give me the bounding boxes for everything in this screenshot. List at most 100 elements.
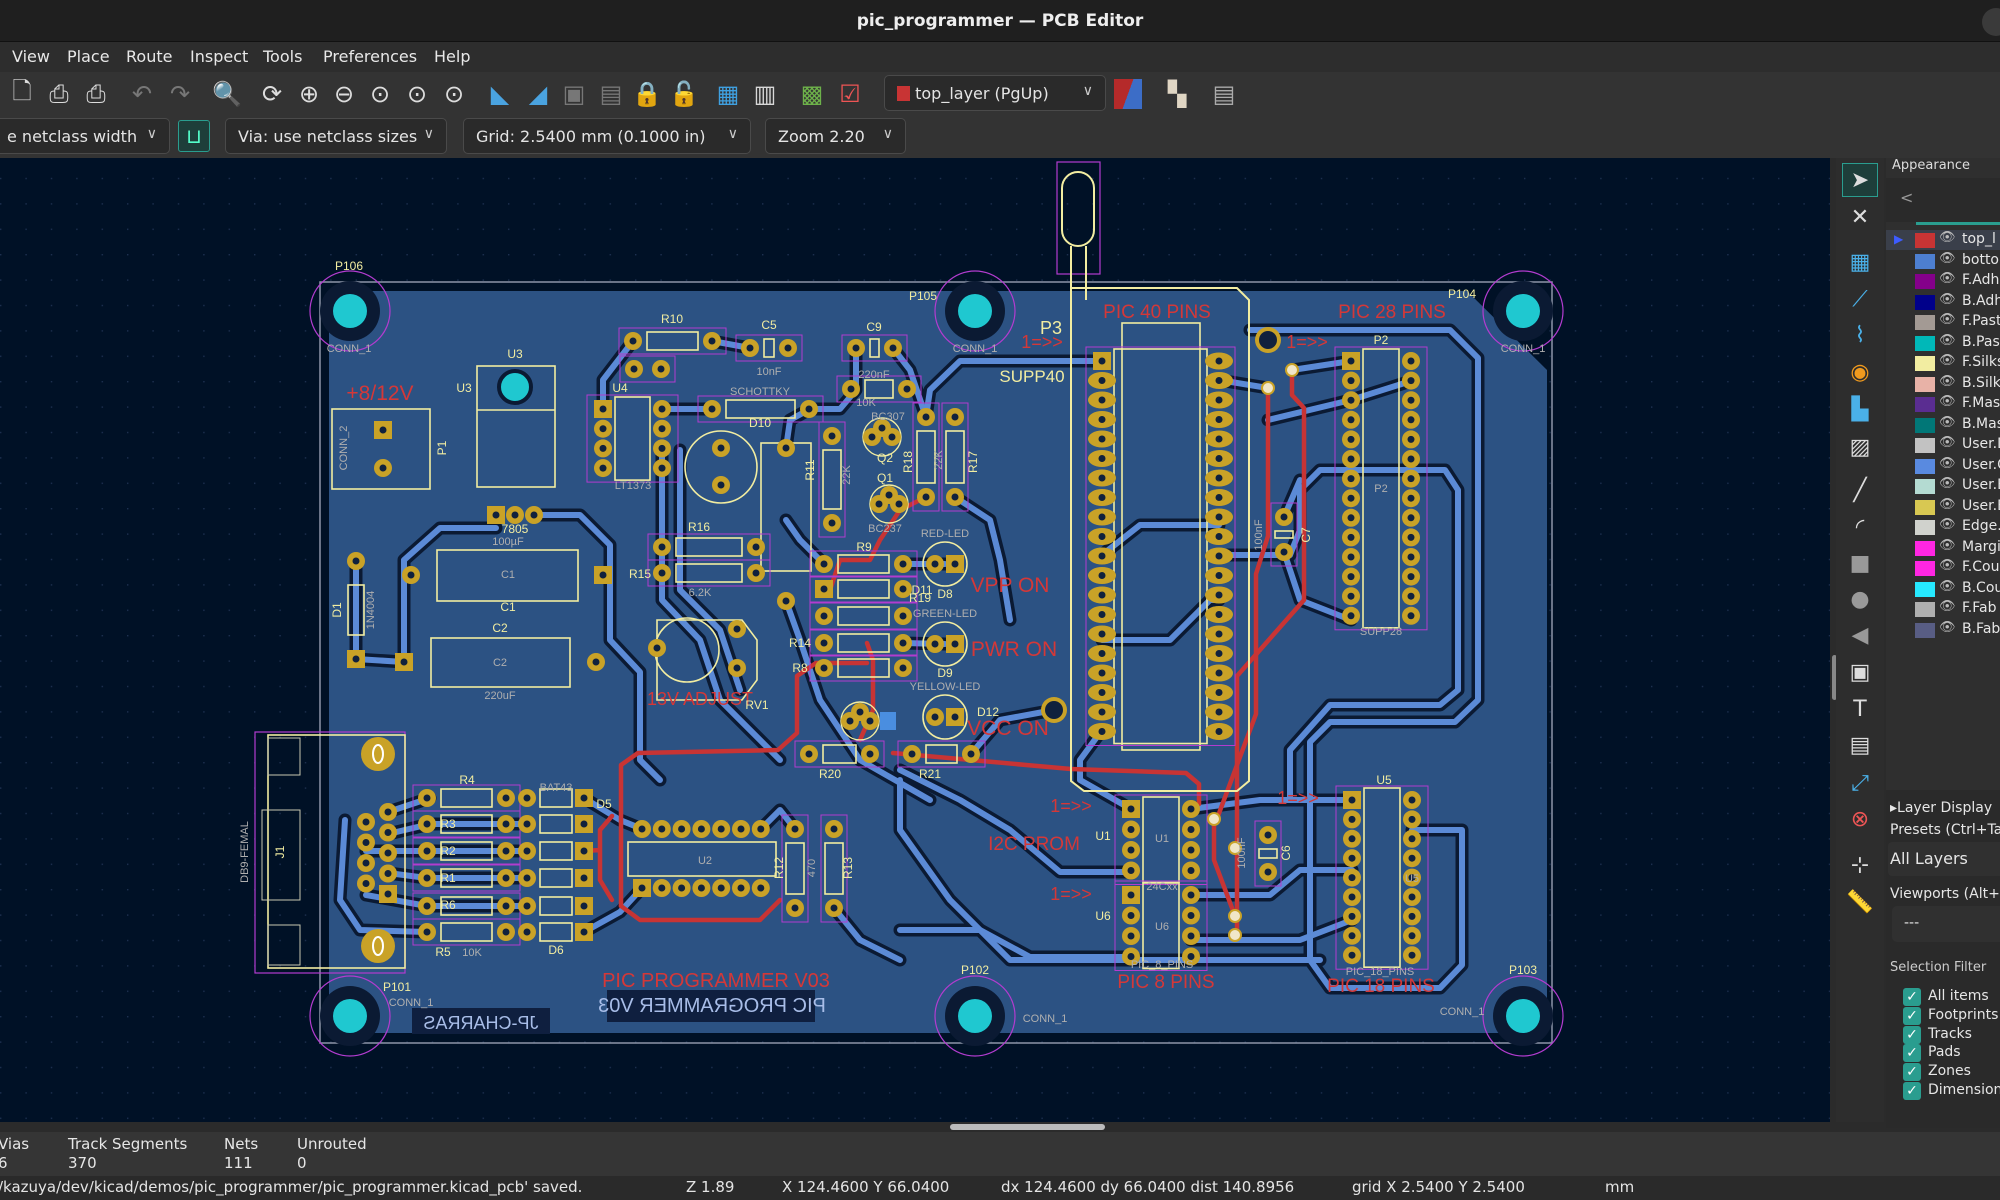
drc-icon[interactable]: ☑	[834, 78, 866, 110]
local-ratsnest-icon[interactable]: ✕	[1842, 200, 1878, 234]
layer-color-swatch[interactable]	[1915, 356, 1935, 371]
eye-icon[interactable]: 👁	[1939, 497, 1956, 512]
layer-row[interactable]: 👁 User.E	[1886, 497, 2000, 517]
footprint-browser-icon[interactable]: ▥	[749, 78, 781, 110]
measure-icon[interactable]: 📏	[1842, 885, 1878, 919]
layer-color-swatch[interactable]	[1915, 540, 1935, 556]
layer-color-swatch[interactable]	[1915, 458, 1935, 474]
menu-preferences[interactable]: Preferences	[323, 47, 417, 66]
lock-icon[interactable]: 🔒	[631, 78, 663, 110]
eye-icon[interactable]: 👁	[1939, 312, 1956, 327]
layer-row[interactable]: 👁 B.Pas	[1886, 333, 2000, 353]
layer-color-swatch[interactable]	[1915, 315, 1935, 330]
layer-row[interactable]: 👁 B.Mas	[1886, 415, 2000, 435]
layer-color-swatch[interactable]	[1915, 602, 1935, 617]
draw-arc-icon[interactable]: ◜	[1842, 510, 1878, 544]
layer-row[interactable]: 👁 F.Silks	[1886, 353, 2000, 373]
filter-checkbox[interactable]: ✓	[1903, 1025, 1921, 1044]
eye-icon[interactable]: 👁	[1939, 333, 1956, 348]
layer-row[interactable]: 👁 F.Fab	[1886, 599, 2000, 619]
footprint-editor-icon[interactable]: ▦	[712, 78, 744, 110]
eye-icon[interactable]: 👁	[1939, 292, 1956, 307]
eye-icon[interactable]: 👁	[1939, 599, 1956, 614]
layer-row[interactable]: 👁 User.E	[1886, 476, 2000, 496]
eye-icon[interactable]: 👁	[1939, 230, 1956, 245]
menu-route[interactable]: Route	[126, 47, 172, 66]
mounting-hole[interactable]	[333, 999, 367, 1033]
mounting-hole[interactable]	[958, 294, 992, 328]
filter-checkbox[interactable]: ✓	[1903, 1082, 1921, 1100]
layer-row[interactable]: 👁 B.Silk	[1886, 374, 2000, 394]
eye-icon[interactable]: 👁	[1939, 456, 1956, 471]
set-origin-icon[interactable]: ⊹	[1842, 848, 1878, 882]
menu-view[interactable]: View	[12, 47, 50, 66]
draw-rectangle-icon[interactable]: ■	[1842, 546, 1878, 580]
auto-track-width-icon[interactable]: ⊔	[178, 120, 210, 152]
layer-row[interactable]: 👁 F.Cou	[1886, 558, 2000, 578]
rotate-ccw-icon[interactable]: ◣	[484, 78, 516, 110]
layer-color-swatch[interactable]	[1915, 294, 1935, 310]
horizontal-scrollbar-thumb[interactable]	[950, 1124, 1105, 1130]
eye-icon[interactable]: 👁	[1939, 251, 1956, 266]
via[interactable]	[1285, 363, 1299, 377]
filter-checkbox[interactable]: ✓	[1903, 1063, 1921, 1082]
layer-color-swatch[interactable]	[1915, 479, 1935, 494]
scripting-console-icon[interactable]: ▤	[1208, 78, 1240, 110]
layer-color-swatch[interactable]	[1915, 335, 1935, 351]
via[interactable]	[1207, 812, 1221, 826]
rule-area-icon[interactable]: ▨	[1842, 430, 1878, 464]
layer-color-swatch[interactable]	[1915, 397, 1935, 412]
add-via-icon[interactable]: ◉	[1842, 355, 1878, 389]
via[interactable]	[1228, 909, 1242, 923]
track-width-dropdown[interactable]: e netclass width ∨	[0, 118, 170, 154]
menu-inspect[interactable]: Inspect	[190, 47, 248, 66]
layer-row[interactable]: 👁 User.D	[1886, 435, 2000, 455]
rotate-cw-icon[interactable]: ◢	[522, 78, 554, 110]
zoom-out-icon[interactable]: ⊖	[328, 78, 360, 110]
layer-row[interactable]: 👁 F.Past	[1886, 312, 2000, 332]
zoom-dropdown[interactable]: Zoom 2.20 ∨	[765, 118, 906, 154]
zoom-objects-icon[interactable]: ⊙	[401, 78, 433, 110]
router-icon[interactable]: ▚	[1161, 78, 1193, 110]
pcb-canvas[interactable]: P106 CONN_1 P105 CONN_1 P104 CONN_1 P101 CONN_1…	[0, 158, 1830, 1122]
route-track-icon[interactable]: ⟋	[1842, 282, 1878, 316]
eye-icon[interactable]: 👁	[1939, 353, 1956, 368]
update-pcb-icon[interactable]: ▩	[796, 78, 828, 110]
eye-icon[interactable]: 👁	[1939, 538, 1956, 553]
layer-row[interactable]: 👁 User.C	[1886, 456, 2000, 476]
filter-checkbox[interactable]: ✓	[1903, 988, 1921, 1006]
draw-line-icon[interactable]: ╱	[1842, 473, 1878, 507]
find-icon[interactable]: 🔍	[211, 78, 243, 110]
eye-icon[interactable]: 👁	[1939, 517, 1956, 532]
layer-color-swatch[interactable]	[1915, 520, 1935, 535]
layer-row[interactable]: 👁 botto	[1886, 251, 2000, 271]
add-footprint-icon[interactable]: ▦	[1842, 245, 1878, 279]
menu-help[interactable]: Help	[434, 47, 470, 66]
unlock-icon[interactable]: 🔓	[668, 78, 700, 110]
mounting-hole[interactable]	[1506, 294, 1540, 328]
zoom-selection-icon[interactable]: ⊙	[438, 78, 470, 110]
layer-row[interactable]: 👁 B.Fab	[1886, 620, 2000, 640]
eye-icon[interactable]: 👁	[1939, 435, 1956, 450]
draw-circle-icon[interactable]: ●	[1842, 582, 1878, 616]
eye-icon[interactable]: 👁	[1939, 558, 1956, 573]
pcb-drawing[interactable]: P106 CONN_1 P105 CONN_1 P104 CONN_1 P101 CONN_1…	[0, 158, 1830, 1122]
layer-row[interactable]: 👁 B.Cou	[1886, 579, 2000, 599]
presets-dropdown[interactable]: All Layers	[1888, 842, 2000, 876]
layer-row[interactable]: ▶ 👁 top_l	[1886, 230, 2000, 250]
add-text-icon[interactable]: T	[1842, 692, 1878, 726]
mounting-hole[interactable]	[1506, 999, 1540, 1033]
eye-icon[interactable]: 👁	[1939, 271, 1956, 286]
layer-color-swatch[interactable]	[1915, 581, 1935, 597]
layer-color-swatch[interactable]	[1915, 253, 1935, 269]
delete-tool-icon[interactable]: ⊗	[1842, 802, 1878, 836]
viewports-dropdown[interactable]: ---	[1892, 906, 2000, 942]
zoom-in-icon[interactable]: ⊕	[293, 78, 325, 110]
redo-icon[interactable]: ↷	[164, 78, 196, 110]
layer-display-options-toggle[interactable]: ▸Layer Display	[1890, 800, 1992, 816]
tab-back-button[interactable]: <	[1900, 188, 1913, 207]
layer-color-swatch[interactable]	[1915, 274, 1935, 289]
eye-icon[interactable]: 👁	[1939, 620, 1956, 635]
eye-icon[interactable]: 👁	[1939, 394, 1956, 409]
layer-color-swatch[interactable]	[1915, 376, 1935, 392]
